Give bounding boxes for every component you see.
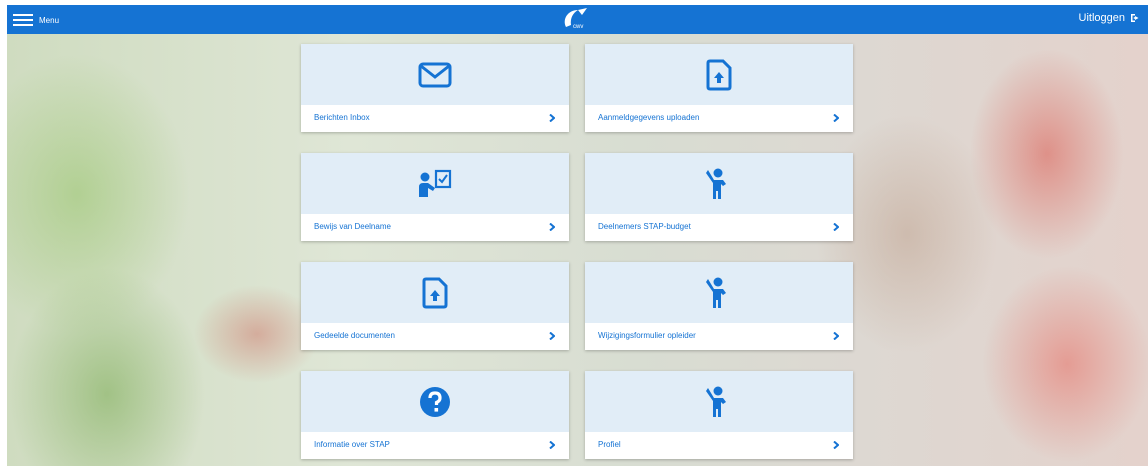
- chevron-right-icon: [549, 441, 555, 449]
- tile-label: Berichten Inbox: [314, 113, 370, 122]
- envelope-icon: [418, 62, 452, 87]
- tile-label: Profiel: [598, 440, 621, 449]
- person-icon: [706, 386, 726, 417]
- tile-label: Deelnemers STAP-budget: [598, 222, 691, 231]
- tile-gedeelde-documenten[interactable]: Gedeelde documenten: [301, 262, 569, 350]
- tile-wijzigingsformulier-opleider[interactable]: Wijzigingsformulier opleider: [585, 262, 853, 350]
- chevron-right-icon: [549, 114, 555, 122]
- tile-label: Wijzigingsformulier opleider: [598, 331, 696, 340]
- logout-button[interactable]: Uitloggen: [1079, 12, 1140, 24]
- chevron-right-icon: [833, 223, 839, 231]
- chevron-right-icon: [833, 332, 839, 340]
- chevron-right-icon: [833, 114, 839, 122]
- tile-aanmeldgegevens-uploaden[interactable]: Aanmeldgegevens uploaden: [585, 44, 853, 132]
- person-icon: [706, 168, 726, 199]
- background-photo: [7, 34, 1148, 466]
- person-checklist-icon: [419, 169, 452, 197]
- tile-label: Gedeelde documenten: [314, 331, 395, 340]
- menu-button[interactable]: Menu: [13, 10, 59, 30]
- cwv-logo[interactable]: cwv: [560, 7, 590, 33]
- tile-profiel[interactable]: Profiel: [585, 371, 853, 459]
- tile-deelnemers-stap-budget[interactable]: Deelnemers STAP-budget: [585, 153, 853, 241]
- tile-bewijs-van-deelname[interactable]: Bewijs van Deelname: [301, 153, 569, 241]
- question-circle-icon: [420, 386, 450, 417]
- file-upload-icon: [706, 59, 732, 90]
- tile-berichten-inbox[interactable]: Berichten Inbox: [301, 44, 569, 132]
- file-upload-icon: [422, 277, 448, 308]
- chevron-right-icon: [549, 223, 555, 231]
- tile-label: Aanmeldgegevens uploaden: [598, 113, 700, 122]
- logout-icon: [1131, 14, 1139, 22]
- tile-label: Bewijs van Deelname: [314, 222, 391, 231]
- tile-informatie-over-stap[interactable]: Informatie over STAP: [301, 371, 569, 459]
- person-icon: [706, 277, 726, 308]
- hamburger-icon: [13, 14, 33, 26]
- chevron-right-icon: [833, 441, 839, 449]
- top-navigation-bar: Menu cwv Uitloggen: [7, 5, 1148, 34]
- chevron-right-icon: [549, 332, 555, 340]
- logo-text: cwv: [573, 24, 583, 30]
- menu-label: Menu: [39, 15, 60, 25]
- logout-label: Uitloggen: [1078, 12, 1125, 24]
- tile-label: Informatie over STAP: [314, 440, 390, 449]
